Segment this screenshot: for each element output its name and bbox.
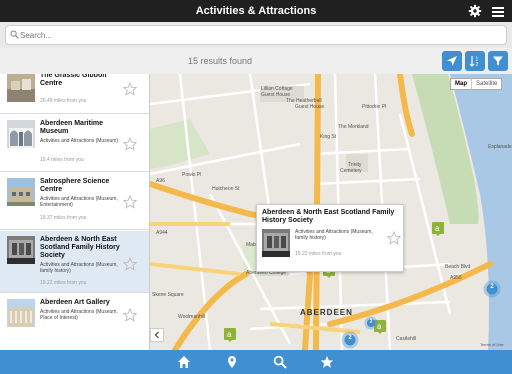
search-icon bbox=[10, 30, 19, 39]
list-item[interactable]: Aberdeen Maritime Museum Activities and … bbox=[0, 115, 149, 172]
map-type-map-button[interactable]: Map bbox=[451, 79, 472, 89]
map-label: Pittodrie Pl bbox=[362, 104, 387, 110]
item-category: Activities and Attractions (Museum) bbox=[40, 138, 119, 144]
item-distance: 26.49 miles from you bbox=[40, 98, 87, 104]
top-bar: Activities & Attractions bbox=[0, 0, 512, 22]
thumbnail-image bbox=[7, 299, 35, 327]
svg-text:a: a bbox=[227, 330, 232, 339]
map-label-a944: A944 bbox=[156, 230, 168, 236]
map-label-a96: A96 bbox=[156, 178, 165, 184]
search-bar bbox=[0, 22, 512, 48]
bottom-tab-bar bbox=[0, 350, 512, 374]
search-box bbox=[5, 25, 507, 45]
hamburger-menu-icon[interactable] bbox=[492, 5, 504, 17]
cluster-count: 2 bbox=[490, 284, 494, 290]
list-item[interactable]: Satrosphere Science Centre Activities an… bbox=[0, 173, 149, 230]
sort-icon: 1 2 bbox=[469, 56, 479, 67]
location-arrow-icon bbox=[447, 56, 457, 66]
chevron-left-icon bbox=[154, 331, 159, 339]
popup-distance: 19.22 miles from you bbox=[295, 251, 342, 257]
results-list: The Grassic Gibbon Centre 26.49 miles fr… bbox=[0, 74, 150, 350]
results-bar: 15 results found 1 2 bbox=[0, 48, 512, 74]
map-pin-icon[interactable] bbox=[225, 355, 239, 369]
svg-text:2: 2 bbox=[476, 62, 479, 67]
favorite-star-icon[interactable] bbox=[122, 81, 138, 96]
map-type-toggle: Map Satellite bbox=[450, 78, 503, 90]
popup-thumbnail-image bbox=[262, 229, 290, 257]
map-city-label: ABERDEEN bbox=[300, 308, 353, 317]
map-label: Cemetery bbox=[340, 168, 362, 174]
map-label: King St bbox=[320, 134, 337, 140]
item-category: Activities and Attractions (Museum, Plac… bbox=[40, 309, 118, 321]
map-label: Powis Pl bbox=[182, 172, 202, 178]
search-input[interactable] bbox=[20, 27, 500, 43]
map-label: Beach Blvd bbox=[445, 264, 471, 270]
map-cluster-marker[interactable]: 2 bbox=[341, 331, 359, 349]
favorite-star-icon[interactable] bbox=[122, 307, 138, 322]
app-window: Activities & Attractions Search... 15 re… bbox=[0, 0, 512, 374]
thumbnail-image bbox=[7, 178, 35, 206]
map-label: The Merkland bbox=[338, 124, 369, 130]
item-name: Aberdeen & North East Scotland Family Hi… bbox=[40, 236, 120, 259]
results-count: 15 results found bbox=[187, 56, 253, 66]
map-view[interactable]: A96 A944 A956 Lillian Cottage Guest Hous… bbox=[150, 74, 512, 350]
sort-button[interactable]: 1 2 bbox=[465, 51, 485, 71]
item-name: Aberdeen Maritime Museum bbox=[40, 120, 104, 135]
thumbnail-image bbox=[7, 74, 35, 102]
map-label: Woolmanhill bbox=[178, 314, 206, 320]
item-name: The Grassic Gibbon Centre bbox=[40, 74, 107, 87]
map-label: Skene Square bbox=[152, 292, 184, 298]
item-category: Activities and Attractions (Museum, Ente… bbox=[40, 196, 118, 208]
list-item[interactable]: Aberdeen Art Gallery Activities and Attr… bbox=[0, 294, 149, 350]
app-title: Activities & Attractions bbox=[195, 5, 317, 17]
favorite-star-icon[interactable] bbox=[386, 230, 402, 245]
favorite-star-icon[interactable] bbox=[122, 194, 138, 209]
map-marker-icon[interactable]: a bbox=[432, 222, 444, 236]
popup-title: Aberdeen & North East Scotland Family Hi… bbox=[262, 209, 395, 224]
map-label: Hutcheon St bbox=[212, 186, 240, 192]
list-item[interactable]: Aberdeen & North East Scotland Family Hi… bbox=[0, 231, 149, 293]
cluster-count: 2 bbox=[348, 335, 352, 341]
map-cluster-marker[interactable]: 2 bbox=[483, 280, 501, 298]
map-terms-link[interactable]: Terms of Use bbox=[480, 342, 504, 347]
thumbnail-image bbox=[7, 236, 35, 264]
thumbnail-image bbox=[7, 120, 35, 148]
item-distance: 19.22 miles from you bbox=[40, 280, 87, 286]
map-type-satellite-button[interactable]: Satellite bbox=[472, 79, 501, 89]
home-icon[interactable] bbox=[177, 355, 191, 369]
favorite-star-icon[interactable] bbox=[122, 256, 138, 271]
map-cluster-marker[interactable]: 2 bbox=[364, 316, 378, 330]
item-name: Satrosphere Science Centre bbox=[40, 178, 110, 193]
popup-category: Activities and Attractions (Museum, fami… bbox=[295, 229, 373, 241]
map-label: Castlehill bbox=[396, 336, 417, 342]
search-icon[interactable] bbox=[273, 355, 287, 369]
svg-text:a: a bbox=[435, 224, 440, 233]
filter-icon bbox=[493, 56, 503, 66]
favorite-star-icon[interactable] bbox=[122, 136, 138, 151]
filter-button[interactable] bbox=[488, 51, 508, 71]
map-info-popup[interactable]: Aberdeen & North East Scotland Family Hi… bbox=[256, 204, 404, 272]
locate-me-button[interactable] bbox=[442, 51, 462, 71]
cluster-count: 2 bbox=[369, 319, 373, 325]
map-marker-icon[interactable]: a bbox=[224, 328, 236, 342]
item-name: Aberdeen Art Gallery bbox=[40, 299, 110, 306]
gear-icon[interactable] bbox=[468, 4, 482, 18]
item-distance: 19.37 miles from you bbox=[40, 215, 87, 221]
map-label: Esplanade bbox=[488, 144, 512, 150]
collapse-list-button[interactable] bbox=[150, 328, 164, 342]
item-category: Activities and Attractions (Museum, fami… bbox=[40, 262, 118, 274]
item-distance: 19.4 miles from you bbox=[40, 157, 84, 163]
list-item[interactable]: The Grassic Gibbon Centre 26.49 miles fr… bbox=[0, 74, 149, 114]
map-label: Guest House bbox=[295, 104, 325, 110]
favorites-star-icon[interactable] bbox=[320, 355, 334, 369]
map-label-a956: A956 bbox=[450, 275, 462, 281]
